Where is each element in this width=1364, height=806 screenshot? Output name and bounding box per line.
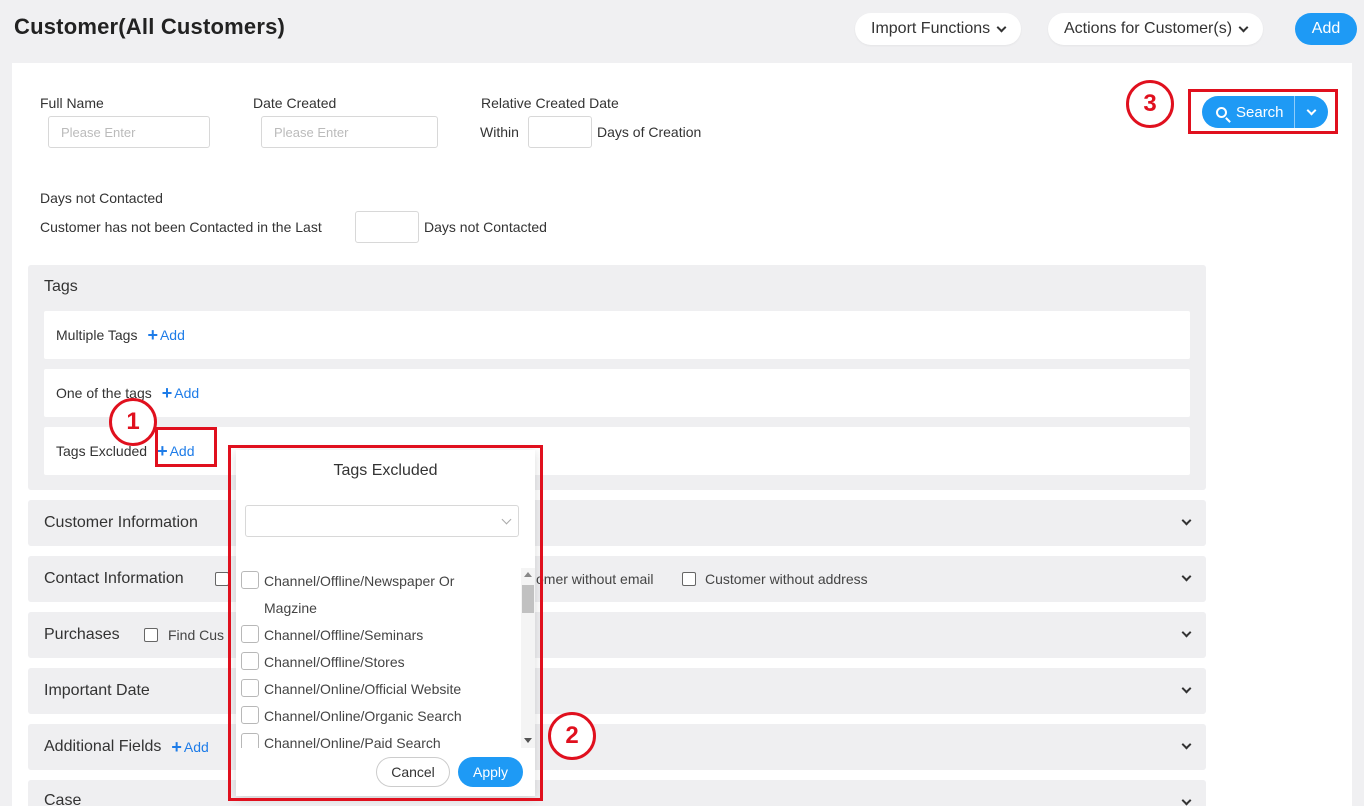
section-case[interactable]: Case xyxy=(28,780,1206,806)
section-purchases[interactable]: Purchases Find Cus xyxy=(28,612,1206,658)
contact-checkbox[interactable] xyxy=(215,572,229,586)
add-text: Add xyxy=(183,739,209,755)
tag-option-label: Channel/Offline/Stores xyxy=(264,654,405,670)
actions-label: Actions for Customer(s) xyxy=(1064,20,1233,37)
tags-excluded-popup: Tags Excluded Channel/Offline/Newspaper … xyxy=(236,450,535,796)
tag-option[interactable]: Channel/Online/Organic Search xyxy=(241,703,517,730)
search-dropdown-toggle[interactable] xyxy=(1295,105,1328,115)
not-contacted-prefix: Customer has not been Contacted in the L… xyxy=(40,219,322,235)
step-3-marker: 3 xyxy=(1126,80,1174,128)
tag-option-label: Channel/Online/Paid Search xyxy=(264,735,441,748)
search-icon xyxy=(1216,106,1227,118)
full-name-input[interactable]: Please Enter xyxy=(48,116,210,148)
not-contacted-suffix: Days not Contacted xyxy=(424,219,547,235)
section-title: Case xyxy=(44,792,82,806)
plus-icon: + xyxy=(171,737,182,757)
customer-without-email-label: omer without email xyxy=(536,571,654,587)
section-customer-information[interactable]: Customer Information xyxy=(28,500,1206,546)
section-important-date[interactable]: Important Date xyxy=(28,668,1206,714)
chevron-down-icon xyxy=(1238,22,1249,32)
import-functions-button[interactable]: Import Functions xyxy=(855,13,1022,45)
tag-option-label: Channel/Online/Organic Search xyxy=(264,708,462,724)
multiple-tags-add-link[interactable]: + Add xyxy=(147,326,184,344)
additional-fields-add-link[interactable]: + Add xyxy=(171,738,208,756)
tag-option-checkbox[interactable] xyxy=(241,733,259,748)
section-title: Important Date xyxy=(44,682,150,699)
tag-option[interactable]: Channel/Offline/Stores xyxy=(241,649,517,676)
chevron-down-icon[interactable] xyxy=(1181,627,1192,638)
add-text: Add xyxy=(159,327,185,343)
days-not-contacted-input[interactable] xyxy=(355,211,419,243)
tag-option[interactable]: Channel/Offline/Seminars xyxy=(241,622,517,649)
customer-without-address-label: Customer without address xyxy=(705,571,868,587)
page-title: Customer(All Customers) xyxy=(14,14,286,39)
tag-option[interactable]: Channel/Online/Official Website xyxy=(241,676,517,703)
date-created-input[interactable]: Please Enter xyxy=(261,116,438,148)
days-of-creation-input[interactable] xyxy=(528,116,592,148)
apply-button[interactable]: Apply xyxy=(458,757,523,787)
find-customer-option[interactable]: Find Cus xyxy=(144,612,224,658)
step-2-marker: 2 xyxy=(548,712,596,760)
tags-title: Tags xyxy=(44,278,78,295)
days-not-contacted-title: Days not Contacted xyxy=(40,190,163,206)
scroll-up-icon[interactable] xyxy=(524,572,532,577)
chevron-down-icon xyxy=(501,514,512,525)
tag-option[interactable]: Channel/Online/Paid Search xyxy=(241,730,517,748)
tag-option-checkbox[interactable] xyxy=(241,571,259,589)
section-additional-fields[interactable]: Additional Fields + Add xyxy=(28,724,1206,770)
chevron-down-icon[interactable] xyxy=(1181,515,1192,526)
actions-for-customers-button[interactable]: Actions for Customer(s) xyxy=(1048,13,1264,45)
full-name-label: Full Name xyxy=(40,95,104,111)
chevron-down-icon[interactable] xyxy=(1181,739,1192,750)
multiple-tags-label: Multiple Tags xyxy=(56,327,138,343)
section-title: Contact Information xyxy=(44,570,184,587)
customer-without-address-checkbox[interactable] xyxy=(682,572,696,586)
chevron-down-icon[interactable] xyxy=(1181,683,1192,694)
chevron-down-icon xyxy=(996,22,1007,32)
find-customer-checkbox[interactable] xyxy=(144,628,158,642)
popup-title: Tags Excluded xyxy=(333,462,438,479)
scroll-thumb[interactable] xyxy=(522,585,534,613)
date-created-label: Date Created xyxy=(253,95,337,111)
tag-option-checkbox[interactable] xyxy=(241,706,259,724)
chevron-down-icon[interactable] xyxy=(1181,795,1192,806)
tag-option-label: Channel/Online/Official Website xyxy=(264,681,462,697)
tag-option-checkbox[interactable] xyxy=(241,625,259,643)
tag-option-list[interactable]: Channel/Offline/Newspaper Or Magzine Cha… xyxy=(241,568,517,748)
plus-icon: + xyxy=(147,325,158,345)
multiple-tags-row: Multiple Tags + Add xyxy=(44,311,1190,359)
add-text: Add xyxy=(174,385,200,401)
import-functions-label: Import Functions xyxy=(871,20,991,37)
tag-option[interactable]: Channel/Offline/Newspaper Or Magzine xyxy=(241,568,517,622)
tag-option-label: Channel/Offline/Newspaper Or Magzine xyxy=(264,573,455,616)
section-contact-information[interactable]: Contact Information omer without email C… xyxy=(28,556,1206,602)
section-title: Additional Fields xyxy=(44,738,162,755)
within-label: Within xyxy=(480,124,519,140)
scroll-down-icon[interactable] xyxy=(524,738,532,743)
chevron-down-icon[interactable] xyxy=(1181,571,1192,582)
search-label: Search xyxy=(1236,103,1284,121)
chevron-down-icon xyxy=(1306,105,1317,115)
step-1-marker: 1 xyxy=(109,398,157,446)
tag-option-label: Channel/Offline/Seminars xyxy=(264,627,424,643)
relative-created-date-label: Relative Created Date xyxy=(481,95,619,111)
days-of-creation-label: Days of Creation xyxy=(597,124,702,140)
plus-icon: + xyxy=(161,383,173,403)
search-button[interactable]: Search xyxy=(1202,96,1328,128)
one-of-tags-add-link[interactable]: + Add xyxy=(162,384,199,402)
tags-excluded-add-highlight xyxy=(155,427,217,467)
customer-without-address-option[interactable]: Customer without address xyxy=(682,556,868,602)
tag-select[interactable] xyxy=(245,505,519,537)
section-title: Customer Information xyxy=(44,514,198,531)
tag-option-checkbox[interactable] xyxy=(241,679,259,697)
one-of-tags-row: One of the tags + Add xyxy=(44,369,1190,417)
search-main[interactable]: Search xyxy=(1202,96,1295,128)
tag-option-checkbox[interactable] xyxy=(241,652,259,670)
section-title: Purchases xyxy=(44,626,120,643)
find-customer-label: Find Cus xyxy=(168,627,225,643)
option-list-scrollbar[interactable] xyxy=(521,568,535,748)
cancel-button[interactable]: Cancel xyxy=(376,757,450,787)
add-customer-button[interactable]: Add xyxy=(1295,13,1357,45)
